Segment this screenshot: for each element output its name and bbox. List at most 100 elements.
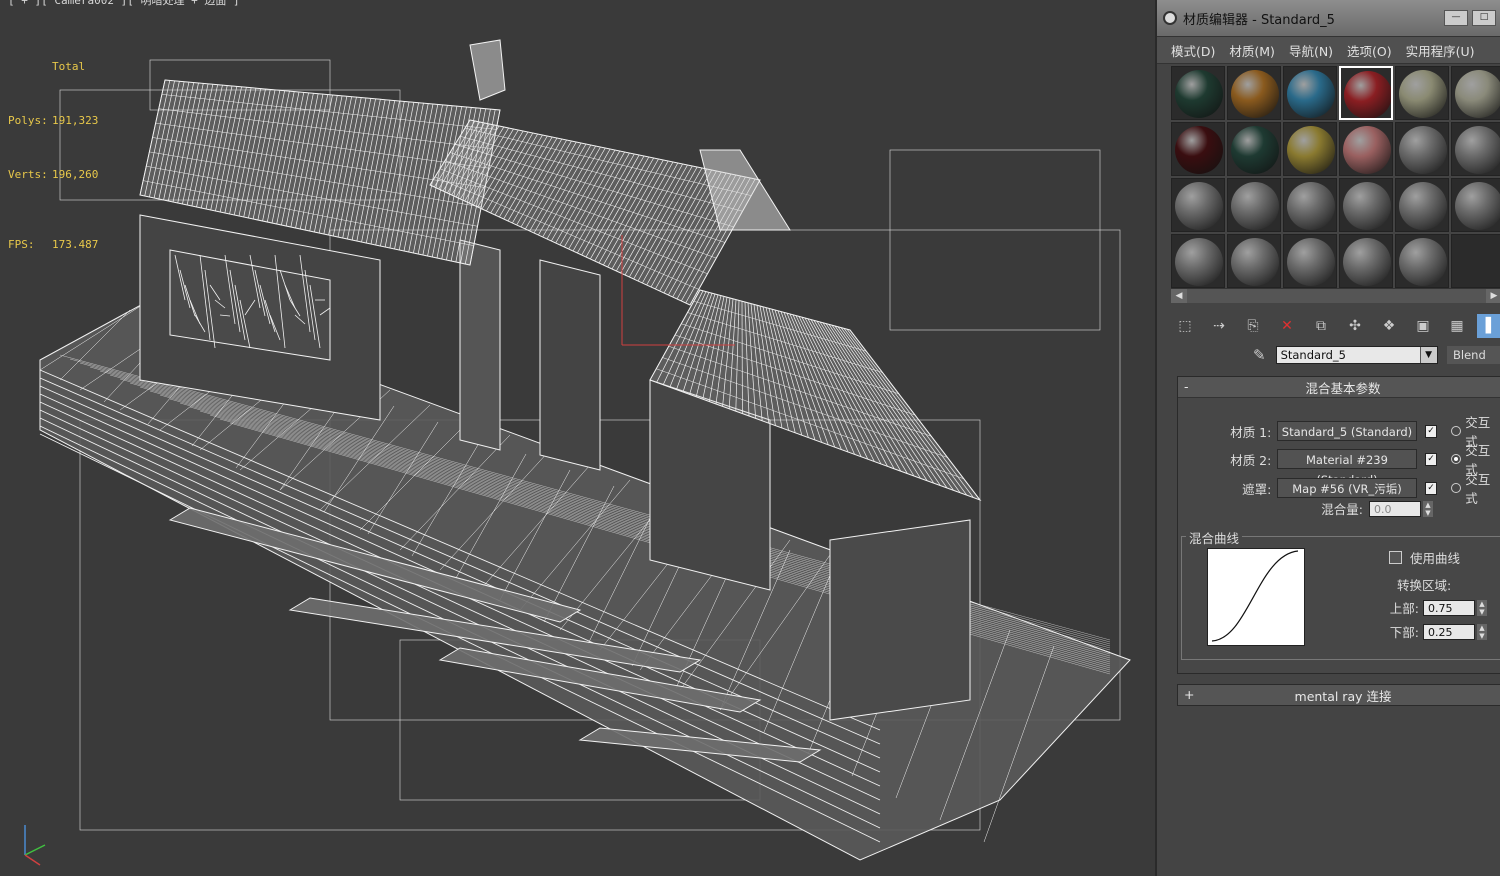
material-sphere bbox=[1399, 70, 1447, 118]
minimize-button[interactable]: — bbox=[1444, 10, 1468, 26]
material-slot[interactable] bbox=[1395, 122, 1449, 176]
material-slot[interactable] bbox=[1227, 234, 1281, 288]
rollout-title: 混合基本参数 bbox=[1305, 380, 1381, 396]
scroll-right-arrow-icon[interactable]: ▶ bbox=[1486, 289, 1500, 303]
mask-button[interactable]: Map #56 (VR_污垢) bbox=[1277, 478, 1417, 498]
menu-material[interactable]: 材质(M) bbox=[1229, 41, 1275, 60]
material2-label: 材质 2: bbox=[1230, 452, 1272, 468]
material-slot[interactable] bbox=[1171, 66, 1225, 120]
material-slot[interactable] bbox=[1283, 66, 1337, 120]
viewport-panel[interactable]: [ + ][ Camera002 ][ 明暗处理 + 边面 ] Total Po… bbox=[0, 0, 1155, 876]
material-slot[interactable] bbox=[1171, 122, 1225, 176]
material-name-row: ✎ Standard_5 ▼ bbox=[1253, 346, 1438, 364]
reset-map-icon[interactable]: ✕ bbox=[1273, 314, 1301, 338]
material-sphere bbox=[1287, 126, 1335, 174]
material-sphere bbox=[1287, 182, 1335, 230]
lower-field[interactable]: 0.25 bbox=[1423, 623, 1475, 640]
material-type-button[interactable]: Blend bbox=[1447, 346, 1500, 364]
material-sphere bbox=[1343, 238, 1391, 286]
editor-toolbar: ⬚ ⇢ ⎘ ✕ ⧉ ✣ ❖ ▣ ▦ ▌ bbox=[1171, 314, 1500, 338]
material-slot[interactable] bbox=[1339, 122, 1393, 176]
material-sphere bbox=[1175, 182, 1223, 230]
material-slot[interactable] bbox=[1339, 178, 1393, 232]
material-slot[interactable] bbox=[1451, 66, 1500, 120]
lower-spinner-icon[interactable]: ▲ ▼ bbox=[1477, 623, 1487, 640]
editor-titlebar[interactable]: 材质编辑器 - Standard_5 — □ bbox=[1157, 0, 1500, 37]
material-slot[interactable] bbox=[1395, 178, 1449, 232]
material-sphere bbox=[1455, 126, 1500, 174]
material-sphere bbox=[1231, 126, 1279, 174]
material-slot[interactable] bbox=[1227, 66, 1281, 120]
material-sphere bbox=[1231, 182, 1279, 230]
wireframe-model[interactable] bbox=[0, 0, 1155, 876]
material-editor-window: 材质编辑器 - Standard_5 — □ 模式(D) 材质(M) 导航(N)… bbox=[1155, 0, 1500, 876]
menu-bar: 模式(D) 材质(M) 导航(N) 选项(O) 实用程序(U) bbox=[1157, 37, 1500, 64]
material1-label: 材质 1: bbox=[1230, 424, 1272, 440]
mask-interactive-label: 交互式 bbox=[1465, 472, 1491, 506]
scroll-left-arrow-icon[interactable]: ◀ bbox=[1171, 289, 1187, 303]
assign-to-selection-icon[interactable]: ⎘ bbox=[1239, 314, 1267, 338]
mask-checkbox[interactable]: ✓ bbox=[1424, 481, 1438, 495]
get-material-icon[interactable]: ⬚ bbox=[1171, 314, 1199, 338]
material2-button[interactable]: Material #239 (Standard) bbox=[1277, 449, 1417, 487]
eyedropper-icon[interactable]: ✎ bbox=[1253, 346, 1266, 364]
chevron-down-icon[interactable]: ▼ bbox=[1419, 347, 1437, 363]
axis-x-icon bbox=[24, 854, 41, 866]
menu-options[interactable]: 选项(O) bbox=[1347, 41, 1392, 60]
maximize-button[interactable]: □ bbox=[1472, 10, 1496, 26]
put-to-scene-icon[interactable]: ⇢ bbox=[1205, 314, 1233, 338]
material-slot[interactable] bbox=[1395, 66, 1449, 120]
mix-amount-spinner-icon[interactable]: ▲ ▼ bbox=[1423, 500, 1433, 517]
make-unique-icon[interactable]: ✣ bbox=[1341, 314, 1369, 338]
upper-field[interactable]: 0.75 bbox=[1423, 599, 1475, 616]
material-id-icon[interactable]: ▣ bbox=[1409, 314, 1437, 338]
fps-label: FPS: bbox=[8, 238, 35, 251]
expand-icon: + bbox=[1184, 687, 1195, 702]
copy-material-icon[interactable]: ⧉ bbox=[1307, 314, 1335, 338]
lower-row: 下部: 0.25 ▲ ▼ bbox=[1383, 622, 1487, 641]
material-sphere bbox=[1287, 70, 1335, 118]
mix-amount-row: 混合量: 0.0 ▲ ▼ bbox=[1279, 499, 1433, 518]
axis-y-icon bbox=[24, 844, 46, 856]
mix-curve-title: 混合曲线 bbox=[1186, 528, 1243, 547]
menu-navigation[interactable]: 导航(N) bbox=[1289, 41, 1333, 60]
material1-radio[interactable] bbox=[1451, 426, 1462, 436]
show-in-viewport-icon[interactable]: ▦ bbox=[1443, 314, 1471, 338]
viewport-label[interactable]: [ + ][ Camera002 ][ 明暗处理 + 边面 ] bbox=[8, 0, 240, 8]
material-slot[interactable] bbox=[1339, 66, 1393, 120]
material-slot[interactable] bbox=[1171, 234, 1225, 288]
material-slot[interactable] bbox=[1395, 234, 1449, 288]
material-sphere bbox=[1344, 71, 1391, 118]
material1-button[interactable]: Standard_5 (Standard) bbox=[1277, 421, 1417, 441]
menu-utilities[interactable]: 实用程序(U) bbox=[1406, 41, 1475, 60]
material2-checkbox[interactable]: ✓ bbox=[1424, 452, 1438, 466]
mask-radio[interactable] bbox=[1451, 483, 1462, 493]
material-slot[interactable] bbox=[1451, 122, 1500, 176]
material1-checkbox[interactable]: ✓ bbox=[1424, 424, 1438, 438]
material-slot[interactable] bbox=[1451, 178, 1500, 232]
mix-curve-preview bbox=[1207, 548, 1305, 646]
put-to-library-icon[interactable]: ❖ bbox=[1375, 314, 1403, 338]
mix-amount-field[interactable]: 0.0 bbox=[1369, 500, 1421, 517]
material-name-dropdown[interactable]: Standard_5 ▼ bbox=[1275, 346, 1438, 364]
material-slot[interactable] bbox=[1283, 234, 1337, 288]
use-curve-checkbox[interactable] bbox=[1389, 551, 1402, 564]
material-slot[interactable] bbox=[1339, 234, 1393, 288]
material-slot[interactable] bbox=[1227, 178, 1281, 232]
mentalray-title: mental ray 连接 bbox=[1294, 688, 1392, 704]
material-slot[interactable] bbox=[1451, 234, 1500, 288]
rollout-header[interactable]: - 混合基本参数 bbox=[1178, 377, 1500, 398]
material-slot[interactable] bbox=[1283, 178, 1337, 232]
upper-spinner-icon[interactable]: ▲ ▼ bbox=[1477, 599, 1487, 616]
show-end-result-icon[interactable]: ▌ bbox=[1477, 314, 1500, 338]
menu-mode[interactable]: 模式(D) bbox=[1171, 41, 1215, 60]
upper-row: 上部: 0.75 ▲ ▼ bbox=[1383, 598, 1487, 617]
polys-label: Polys: bbox=[8, 114, 48, 127]
material-slot[interactable] bbox=[1283, 122, 1337, 176]
slots-scrollbar[interactable]: ◀ ▶ bbox=[1171, 288, 1500, 303]
material-slot[interactable] bbox=[1171, 178, 1225, 232]
material2-radio[interactable] bbox=[1451, 454, 1462, 464]
mentalray-rollout[interactable]: + mental ray 连接 bbox=[1177, 684, 1500, 706]
material-slot[interactable] bbox=[1227, 122, 1281, 176]
gate-post bbox=[459, 239, 501, 451]
